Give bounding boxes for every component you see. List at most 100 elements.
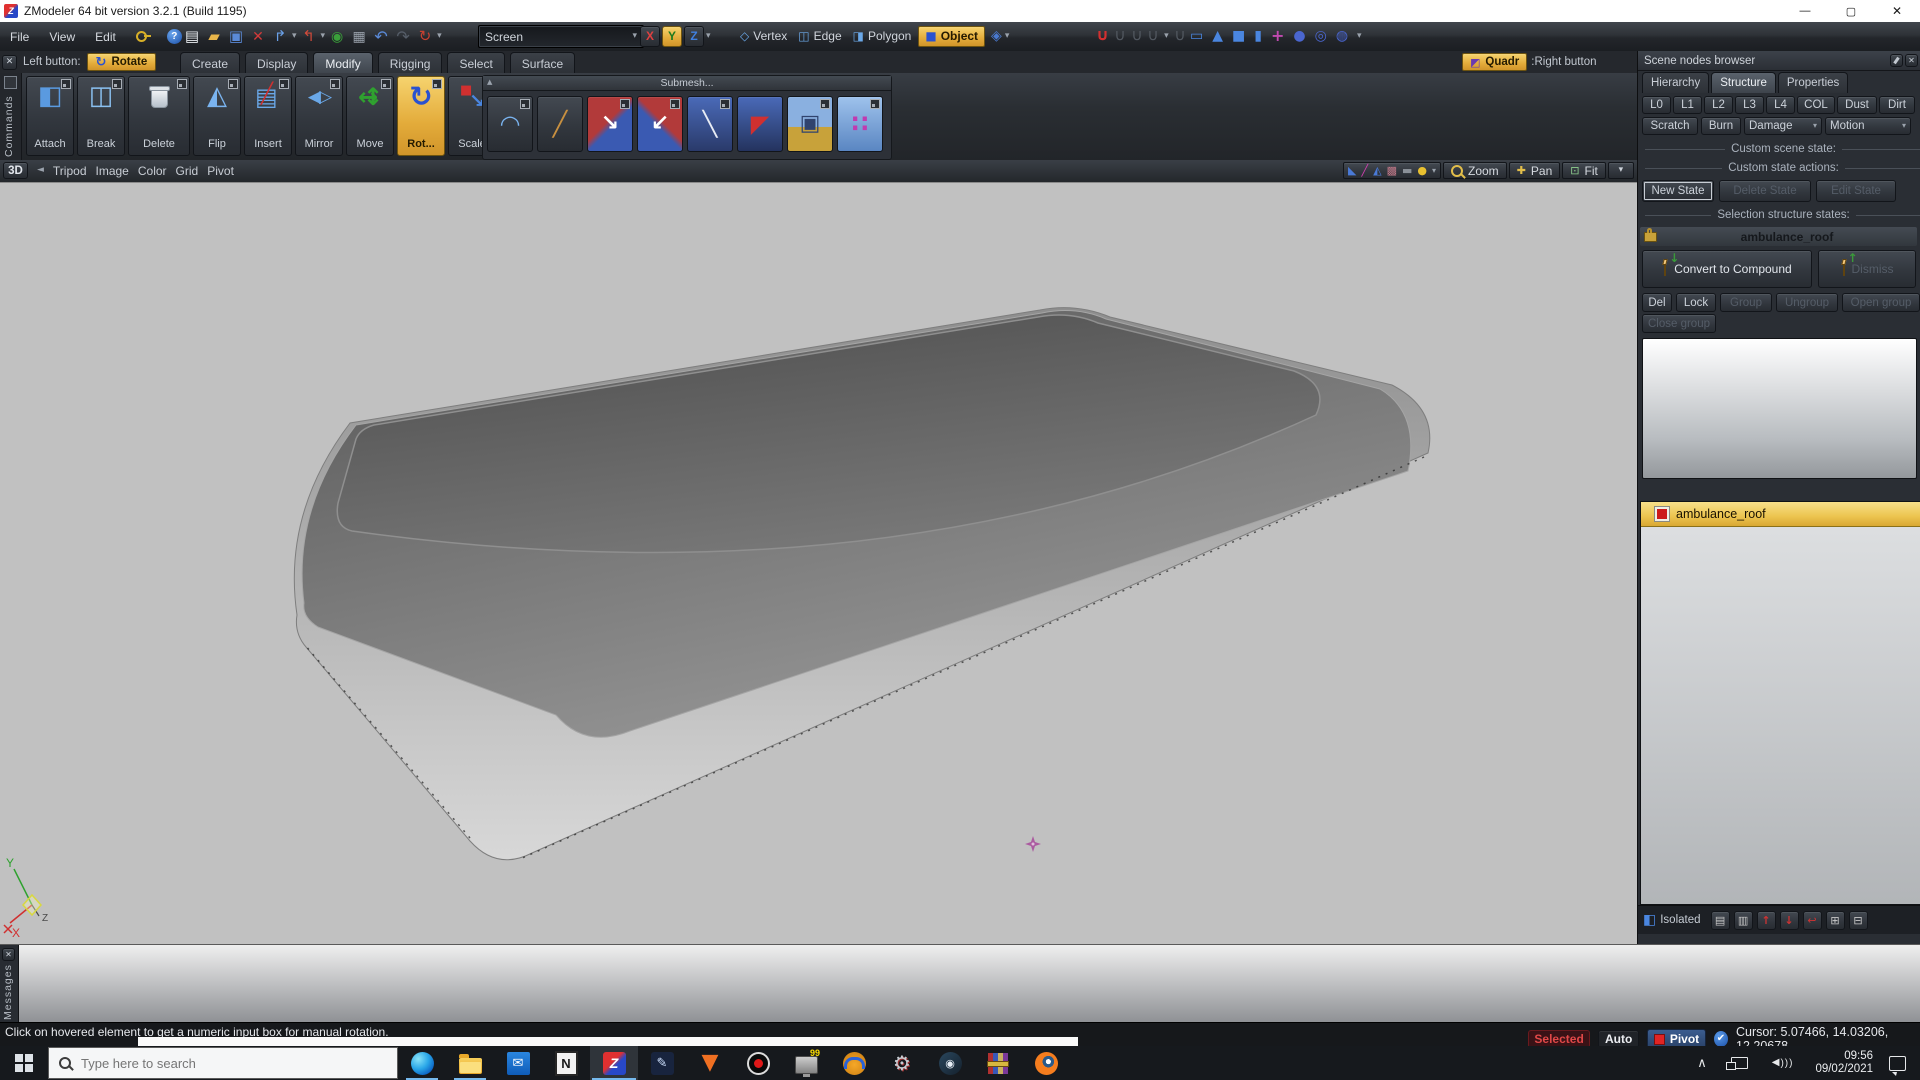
attach-button[interactable]: ◧ Attach [26, 76, 74, 156]
lock-node-button[interactable]: Lock [1676, 293, 1716, 312]
lod-l2-button[interactable]: L2 [1704, 96, 1733, 114]
primitive-cylinder-icon[interactable]: ▮ [1254, 29, 1262, 43]
fx-scratch-button[interactable]: Scratch [1642, 117, 1698, 135]
background-icon[interactable]: ▬ [1402, 165, 1412, 176]
tray-chevron-icon[interactable]: ∧ [1697, 1057, 1707, 1070]
redo-icon[interactable]: ↷ [393, 27, 413, 47]
undo-icon[interactable]: ↶ [371, 27, 391, 47]
taskbar-explorer[interactable] [446, 1046, 494, 1080]
tab-structure[interactable]: Structure [1711, 72, 1776, 93]
refresh-icon[interactable]: ↻ [415, 27, 435, 47]
snap-extra-icon[interactable]: ∩ [1174, 28, 1186, 44]
pan-button[interactable]: ✚ Pan [1509, 162, 1561, 179]
submesh-knife-button[interactable]: ╲ [687, 96, 733, 152]
commands-panel-tab[interactable]: Commands [0, 73, 22, 160]
tab-select[interactable]: Select [447, 52, 504, 74]
minimize-button[interactable]: — [1782, 0, 1828, 22]
mode-vertex-button[interactable]: ◇ Vertex [736, 26, 791, 47]
del-node-button[interactable]: Del [1642, 293, 1672, 312]
expand-corner-icon[interactable] [870, 99, 880, 109]
collapse-all-icon[interactable]: ⊟ [1849, 911, 1868, 930]
convert-to-compound-button[interactable]: ↓ Convert to Compound [1642, 250, 1812, 288]
submesh-detach-button[interactable]: ↘ [587, 96, 633, 152]
help-icon[interactable]: ? [167, 29, 182, 44]
shading-icon[interactable]: ◣ [1348, 165, 1356, 176]
fx-damage-button[interactable]: Damage ▾ [1744, 117, 1822, 135]
taskbar-audio-app[interactable] [830, 1046, 878, 1080]
lod-dirt-button[interactable]: Dirt [1879, 96, 1915, 114]
group-button[interactable]: Group [1720, 293, 1772, 312]
taskbar-blender[interactable] [1022, 1046, 1070, 1080]
light-icon[interactable]: ● [1417, 165, 1427, 176]
taskbar-mail[interactable]: ✉ [494, 1046, 542, 1080]
mode-dropdown-icon[interactable]: ▾ [1005, 32, 1010, 41]
lod-l0-button[interactable]: L0 [1642, 96, 1671, 114]
status-input-strip[interactable] [138, 1037, 1078, 1046]
network-icon[interactable] [1731, 1057, 1748, 1069]
taskbar-winrar[interactable] [974, 1046, 1022, 1080]
delete-button[interactable]: Delete [128, 76, 190, 156]
messages-panel-tab[interactable]: ✕ Messages [0, 945, 19, 1023]
tab-create[interactable]: Create [180, 52, 240, 74]
hotkeys-key-icon[interactable] [136, 31, 147, 42]
close-panel-icon[interactable]: ✕ [1905, 54, 1918, 67]
open-file-icon[interactable]: ▰ [204, 27, 224, 47]
snap-magnet-icon[interactable]: ∩ [1096, 28, 1109, 44]
insert-button[interactable]: ▤ ╱ Insert [244, 76, 292, 156]
quad-binding-button[interactable]: ◩ Quadr [1462, 53, 1527, 71]
snap-edge-icon[interactable]: ∩ [1147, 28, 1159, 44]
taskbar-search[interactable] [48, 1047, 398, 1079]
primitive-torus-icon[interactable]: ◎ [1315, 29, 1327, 43]
primitive-tube-icon[interactable]: ◍ [1336, 29, 1348, 43]
expand-corner-icon[interactable] [330, 79, 340, 89]
fx-motion-button[interactable]: Motion ▾ [1825, 117, 1911, 135]
expand-corner-icon[interactable] [61, 79, 71, 89]
snap-grid-icon[interactable]: ∩ [1114, 28, 1126, 44]
delete-icon[interactable]: ✕ [248, 27, 268, 47]
axis-z-button[interactable]: Z [684, 26, 704, 47]
dismiss-button[interactable]: ↑ Dismiss [1818, 250, 1916, 288]
taskbar-notepad[interactable]: N [542, 1046, 590, 1080]
mode-polygon-button[interactable]: ◨ Polygon [849, 26, 916, 47]
new-state-button[interactable]: New State [1642, 180, 1714, 202]
expand-corner-icon[interactable] [820, 99, 830, 109]
tab-display[interactable]: Display [245, 52, 308, 74]
snap-dropdown-icon[interactable]: ▾ [1164, 32, 1169, 41]
search-input[interactable] [79, 1055, 363, 1072]
expand-corner-icon[interactable] [670, 99, 680, 109]
primitive-sphere-icon[interactable]: ● [1293, 29, 1305, 43]
lod-l4-button[interactable]: L4 [1766, 96, 1795, 114]
close-button[interactable]: ✕ [1874, 0, 1920, 22]
menu-view[interactable]: View [49, 30, 75, 44]
node-color-swatch[interactable] [1655, 507, 1669, 521]
submesh-group-header[interactable]: ▲ Submesh... [483, 76, 891, 91]
close-toolbar-icon[interactable]: ✕ [2, 55, 17, 70]
node-item-ambulance-roof[interactable]: ambulance_roof [1641, 502, 1920, 527]
rotate-binding-button[interactable]: ↻ Rotate [87, 53, 157, 71]
material-icon[interactable]: ◭ [1373, 165, 1381, 176]
menu-file[interactable]: File [10, 30, 29, 44]
taskbar-steam[interactable]: ◉ [926, 1046, 974, 1080]
import-dropdown-icon[interactable]: ▾ [321, 32, 326, 41]
fit-button[interactable]: ⊡ Fit [1562, 162, 1606, 179]
taskbar-zmodeler[interactable]: Z [590, 1046, 638, 1080]
status-check-icon[interactable]: ✔ [1714, 1031, 1728, 1047]
fx-burn-button[interactable]: Burn [1701, 117, 1741, 135]
tab-properties[interactable]: Properties [1778, 72, 1848, 93]
expand-corner-icon[interactable] [620, 99, 630, 109]
taskbar-recorder[interactable] [734, 1046, 782, 1080]
return-icon[interactable]: ↩ [1803, 911, 1822, 930]
damage-dropdown-icon[interactable]: ▾ [1813, 122, 1817, 130]
expand-corner-icon[interactable] [112, 79, 122, 89]
taskbar-settings-tool[interactable]: ⚙ [878, 1046, 926, 1080]
maximize-button[interactable]: ▢ [1828, 0, 1874, 22]
tab-hierarchy[interactable]: Hierarchy [1642, 72, 1709, 93]
tab-modify[interactable]: Modify [313, 52, 372, 74]
volume-icon[interactable]: ◀ ))) [1772, 1058, 1794, 1069]
export-icon[interactable]: ↱ [270, 27, 290, 47]
expand-corner-icon[interactable] [520, 99, 530, 109]
lod-dust-button[interactable]: Dust [1837, 96, 1877, 114]
tray-clock[interactable]: 09:56 09/02/2021 [1815, 1050, 1873, 1076]
zoom-button[interactable]: Zoom [1443, 162, 1507, 179]
expand-corner-icon[interactable] [177, 79, 187, 89]
